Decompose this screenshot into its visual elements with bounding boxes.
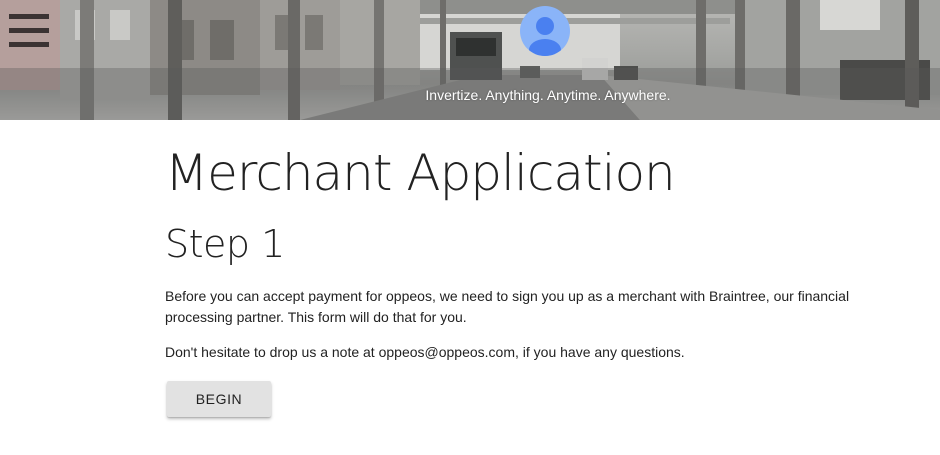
contact-paragraph: Don't hesitate to drop us a note at oppe… xyxy=(165,344,685,360)
page-title: Merchant Application xyxy=(165,144,676,202)
tagline: Invertize. Anything. Anytime. Anywhere. xyxy=(425,87,671,103)
intro-paragraph: Before you can accept payment for oppeos… xyxy=(165,288,850,325)
step-heading: Step 1 xyxy=(165,222,285,266)
user-account-icon[interactable] xyxy=(520,6,570,56)
begin-button[interactable]: BEGIN xyxy=(167,381,271,417)
hamburger-menu-icon[interactable] xyxy=(9,14,49,48)
hero-banner: Invertize. Anything. Anytime. Anywhere. xyxy=(0,0,940,120)
